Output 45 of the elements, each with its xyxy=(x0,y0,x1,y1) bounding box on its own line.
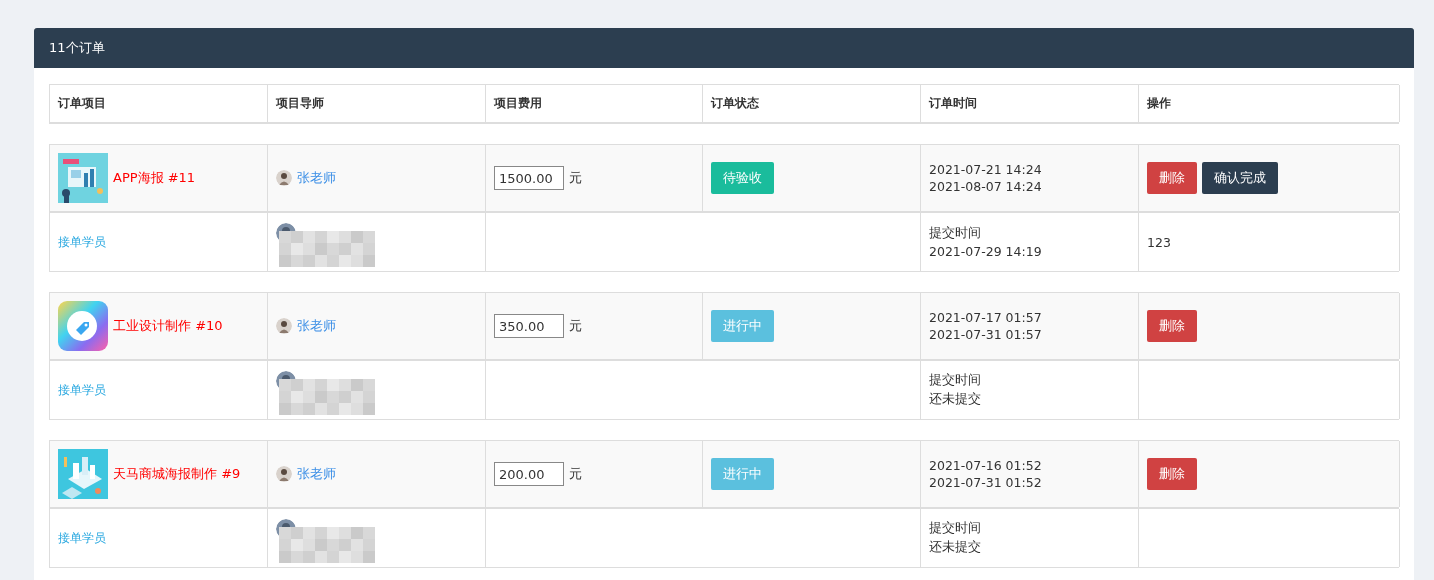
fee-input[interactable]: 200.00 xyxy=(494,462,564,486)
avatar-icon xyxy=(276,170,292,186)
mentor-link[interactable]: 张老师 xyxy=(297,317,336,335)
order-title-link[interactable]: 工业设计制作 #10 xyxy=(113,317,223,335)
submit-time-label: 提交时间 xyxy=(929,225,981,242)
column-header: 操作 xyxy=(1147,95,1171,112)
delete-button[interactable]: 删除 xyxy=(1147,458,1197,490)
order-title-link[interactable]: APP海报 #11 xyxy=(113,169,196,187)
submit-time-label: 提交时间 xyxy=(929,520,981,537)
panel-title: 11个订单 xyxy=(49,39,105,57)
student-label-link[interactable]: 接单学员 xyxy=(58,233,106,251)
column-header: 项目导师 xyxy=(276,95,324,112)
status-badge: 进行中 xyxy=(711,458,774,490)
column-header: 订单项目 xyxy=(58,95,106,112)
order-title-link[interactable]: 天马商城海报制作 #9 xyxy=(113,465,241,483)
fee-input[interactable]: 1500.00 xyxy=(494,166,564,190)
mentor-link[interactable]: 张老师 xyxy=(297,169,336,187)
order-time: 2021-07-17 01:57 xyxy=(929,310,1042,325)
student-label-link[interactable]: 接单学员 xyxy=(58,381,106,399)
order-time: 2021-08-07 14:24 xyxy=(929,179,1042,194)
order-time: 2021-07-31 01:57 xyxy=(929,327,1042,342)
column-header: 项目费用 xyxy=(494,95,542,112)
submit-time: 2021-07-29 14:19 xyxy=(929,244,1042,259)
currency-unit: 元 xyxy=(569,169,582,187)
order-time: 2021-07-31 01:52 xyxy=(929,475,1042,490)
column-header: 订单时间 xyxy=(929,95,977,112)
remark-text: 123 xyxy=(1147,234,1171,250)
column-header: 订单状态 xyxy=(711,95,759,112)
student-label-link[interactable]: 接单学员 xyxy=(58,529,106,547)
submit-time: 还未提交 xyxy=(929,539,981,556)
delete-button[interactable]: 删除 xyxy=(1147,162,1197,194)
status-badge: 待验收 xyxy=(711,162,774,194)
status-badge: 进行中 xyxy=(711,310,774,342)
confirm-button[interactable]: 确认完成 xyxy=(1202,162,1278,194)
submit-time-label: 提交时间 xyxy=(929,372,981,389)
currency-unit: 元 xyxy=(569,465,582,483)
avatar-icon xyxy=(276,318,292,334)
currency-unit: 元 xyxy=(569,317,582,335)
delete-button[interactable]: 删除 xyxy=(1147,310,1197,342)
submit-time: 还未提交 xyxy=(929,391,981,408)
fee-input[interactable]: 350.00 xyxy=(494,314,564,338)
order-time: 2021-07-21 14:24 xyxy=(929,162,1042,177)
avatar-icon xyxy=(276,466,292,482)
order-time: 2021-07-16 01:52 xyxy=(929,458,1042,473)
mentor-link[interactable]: 张老师 xyxy=(297,465,336,483)
